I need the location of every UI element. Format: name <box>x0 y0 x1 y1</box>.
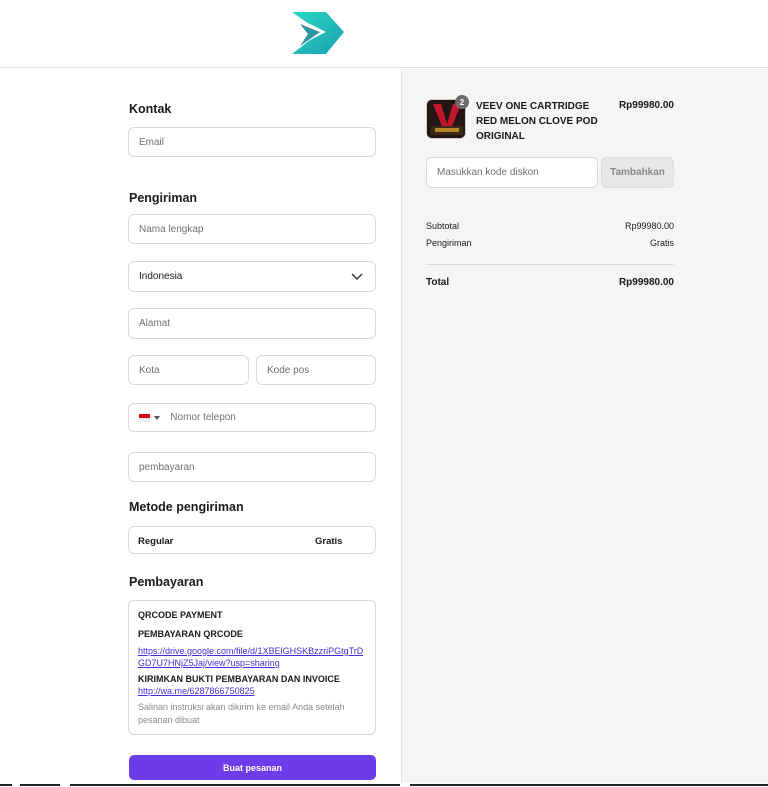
indonesia-flag-icon[interactable] <box>139 413 151 422</box>
payment-title: Pembayaran <box>129 575 204 589</box>
phone-input[interactable] <box>170 412 375 423</box>
postal-code-input[interactable] <box>267 364 375 376</box>
shipping-cost-label: Pengiriman <box>426 238 472 248</box>
header <box>0 0 768 68</box>
email-input[interactable] <box>139 136 375 148</box>
shipping-method-title: Metode pengiriman <box>129 500 244 514</box>
chevron-down-icon <box>351 273 363 280</box>
quantity-badge: 2 <box>455 95 469 109</box>
payment-instruction-note: Salinan instruksi akan dikirim ke email … <box>138 702 345 725</box>
subtotal-label: Subtotal <box>426 221 460 231</box>
email-field[interactable] <box>128 127 376 157</box>
postal-code-field[interactable] <box>256 355 376 385</box>
place-order-button[interactable]: Buat pesanan <box>129 755 376 780</box>
country-value: Indonesia <box>139 271 183 282</box>
shipping-method-price: Gratis <box>315 536 343 547</box>
fullname-field[interactable] <box>128 214 376 244</box>
contact-title: Kontak <box>129 102 172 116</box>
payment-method-box[interactable]: QRCODE PAYMENT PEMBAYARAN QRCODE https:/… <box>128 600 376 735</box>
whatsapp-link[interactable]: http://wa.me/6287866750825 <box>138 685 366 697</box>
subtotal-value: Rp99980.00 <box>624 221 674 231</box>
product-price: Rp99980.00 <box>618 100 674 111</box>
qr-link[interactable]: https://drive.google.com/file/d/1XBElGHS… <box>138 645 366 669</box>
phone-field[interactable] <box>128 403 376 432</box>
product-name: VEEV ONE CARTRIDGE RED MELON CLOVE POD O… <box>476 101 598 142</box>
city-field[interactable] <box>128 355 249 385</box>
shipping-method-option[interactable]: Regular Gratis <box>128 526 376 554</box>
shipping-title: Pengiriman <box>129 191 198 205</box>
fullname-input[interactable] <box>139 223 375 235</box>
shipping-cost-row: Pengiriman Gratis <box>426 238 674 248</box>
city-input[interactable] <box>139 364 248 376</box>
apply-discount-button[interactable]: Tambahkan <box>601 157 674 188</box>
total-value: Rp99980.00 <box>618 277 674 288</box>
subtotal-row: Subtotal Rp99980.00 <box>426 221 674 231</box>
total-row: Total Rp99980.00 <box>426 277 674 288</box>
payment-note-input[interactable] <box>139 461 375 473</box>
total-label: Total <box>426 277 450 288</box>
bottom-border <box>0 783 768 787</box>
payment-method-name: QRCODE PAYMENT <box>138 610 223 620</box>
shipping-method-name: Regular <box>138 536 174 547</box>
country-select[interactable]: Indonesia <box>128 261 376 292</box>
shipping-cost-value: Gratis <box>649 238 674 248</box>
summary-divider <box>426 264 674 265</box>
proof-heading: KIRIMKAN BUKTI PEMBAYARAN DAN INVOICE <box>138 674 340 684</box>
discount-code-input[interactable] <box>437 167 597 178</box>
discount-code-field[interactable] <box>426 157 598 188</box>
caret-down-icon[interactable] <box>154 415 161 420</box>
qr-heading: PEMBAYARAN QRCODE <box>138 629 243 639</box>
payment-note-field[interactable] <box>128 452 376 482</box>
address-field[interactable] <box>128 308 376 339</box>
address-input[interactable] <box>139 318 375 329</box>
brand-logo-icon[interactable] <box>290 10 346 56</box>
